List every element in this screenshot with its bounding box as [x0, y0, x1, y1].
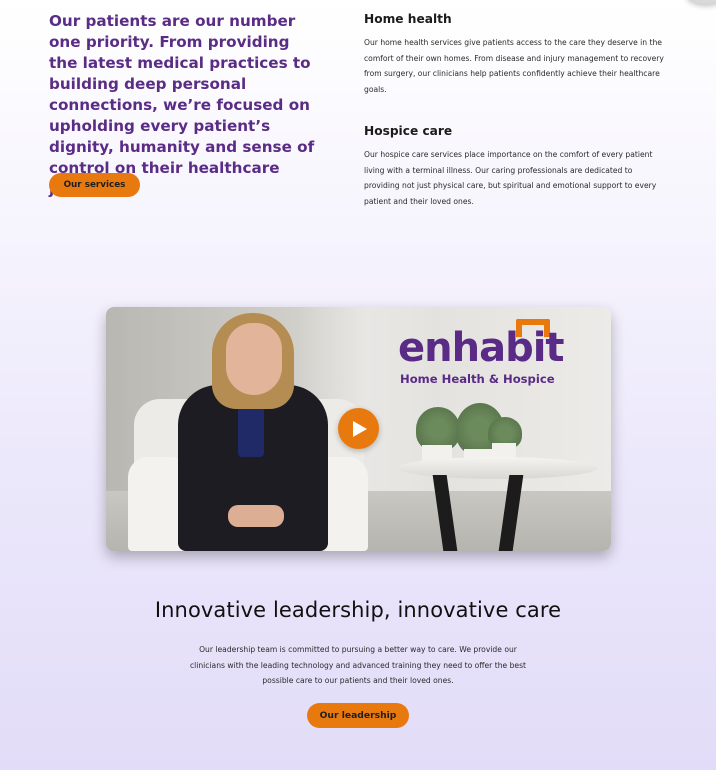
- scroll-to-top-button[interactable]: [686, 0, 716, 4]
- service-hospice-care: Hospice care Our hospice care services p…: [364, 124, 670, 209]
- logo-wordmark: enhabit: [398, 325, 565, 371]
- video-table: [398, 457, 598, 479]
- play-button[interactable]: [338, 408, 379, 449]
- service-title: Hospice care: [364, 124, 453, 138]
- service-description: Our hospice care services place importan…: [364, 150, 657, 206]
- play-icon: [353, 420, 367, 437]
- service-title: Home health: [364, 12, 452, 26]
- leadership-title: Innovative leadership, innovative care: [154, 598, 562, 622]
- intro-statement: Our patients are our number one priority…: [49, 12, 315, 198]
- video-speaker-face: [226, 323, 282, 395]
- video-speaker-hands: [228, 505, 284, 527]
- video-player[interactable]: enhabit Home Health & Hospice: [106, 307, 611, 551]
- logo-subtitle: Home Health & Hospice: [400, 372, 555, 386]
- leadership-description: Our leadership team is committed to purs…: [189, 645, 527, 686]
- our-services-button[interactable]: Our services: [49, 173, 140, 197]
- service-home-health: Home health Our home health services giv…: [364, 12, 670, 97]
- enhabit-logo: enhabit Home Health & Hospice: [398, 315, 565, 395]
- our-leadership-button[interactable]: Our leadership: [307, 703, 409, 728]
- service-description: Our home health services give patients a…: [364, 38, 664, 94]
